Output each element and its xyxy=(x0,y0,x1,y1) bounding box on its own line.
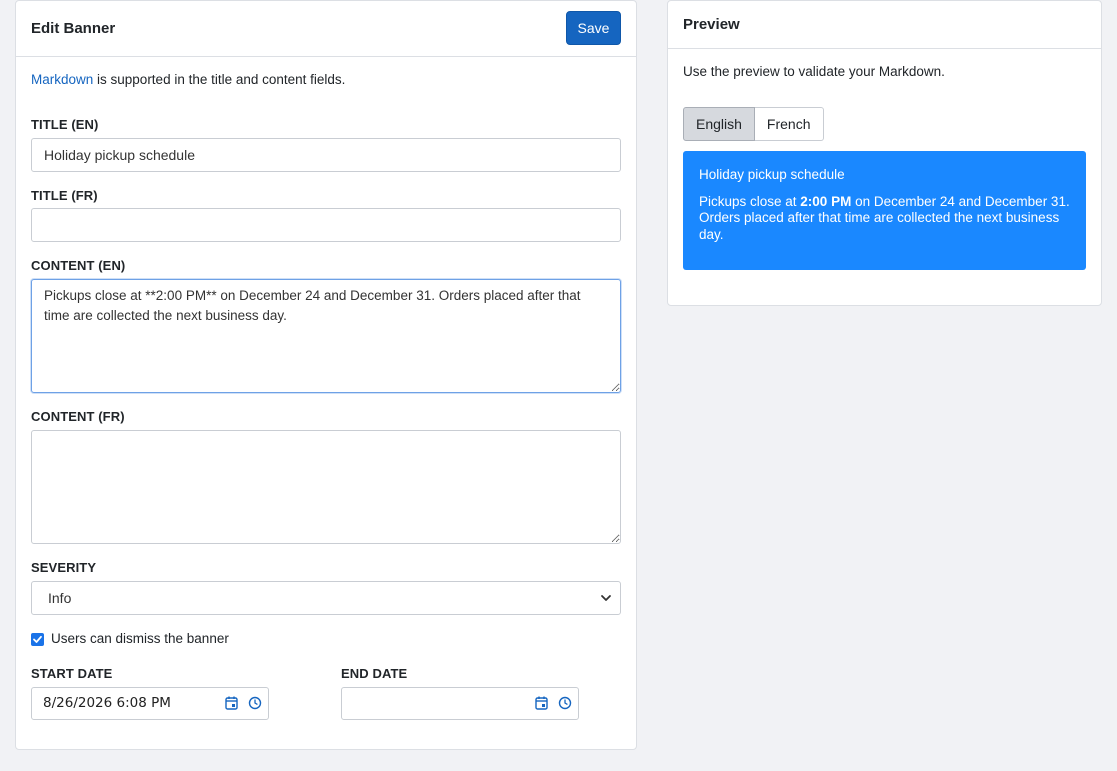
preview-card-title: Preview xyxy=(683,16,740,33)
start-date-label: START DATE xyxy=(31,666,113,681)
edit-card-title: Edit Banner xyxy=(31,20,116,37)
markdown-link[interactable]: Markdown xyxy=(31,72,93,87)
chevron-down-icon xyxy=(600,591,612,605)
start-date-input[interactable]: 8/26/2026 6:08 PM xyxy=(31,687,269,720)
content-fr-label: CONTENT (FR) xyxy=(31,409,125,424)
edit-banner-card: Edit Banner Save Markdown is supported i… xyxy=(15,0,637,750)
clock-icon[interactable] xyxy=(558,696,572,714)
content-en-label: CONTENT (EN) xyxy=(31,258,126,273)
preview-card: Preview Use the preview to validate your… xyxy=(667,0,1102,306)
markdown-help-rest: is supported in the title and content fi… xyxy=(93,72,346,87)
content-en-textarea[interactable]: Pickups close at **2:00 PM** on December… xyxy=(31,279,621,393)
checkmark-icon xyxy=(33,635,42,643)
end-date-label: END DATE xyxy=(341,666,408,681)
severity-label: SEVERITY xyxy=(31,560,97,575)
dismiss-checkbox[interactable] xyxy=(31,633,44,646)
markdown-help-text: Markdown is supported in the title and c… xyxy=(31,72,345,87)
clock-icon[interactable] xyxy=(248,696,262,714)
language-toggle-group: English French xyxy=(683,107,824,141)
save-button[interactable]: Save xyxy=(566,11,621,45)
banner-body-bold: 2:00 PM xyxy=(800,193,852,209)
calendar-icon[interactable] xyxy=(225,696,238,714)
banner-preview: Holiday pickup schedule Pickups close at… xyxy=(683,151,1086,270)
start-date-value: 8/26/2026 6:08 PM xyxy=(43,695,171,711)
title-en-input[interactable] xyxy=(31,138,621,172)
banner-preview-body: Pickups close at 2:00 PM on December 24 … xyxy=(699,194,1070,244)
title-fr-label: TITLE (FR) xyxy=(31,188,98,203)
title-en-label: TITLE (EN) xyxy=(31,117,99,132)
content-fr-textarea[interactable] xyxy=(31,430,621,544)
severity-selected-value: Info xyxy=(48,590,72,606)
title-fr-input[interactable] xyxy=(31,208,621,242)
edit-card-header: Edit Banner Save xyxy=(16,1,636,57)
banner-preview-title: Holiday pickup schedule xyxy=(699,167,845,182)
calendar-icon[interactable] xyxy=(535,696,548,714)
end-date-input[interactable] xyxy=(341,687,579,720)
french-toggle-button[interactable]: French xyxy=(754,107,824,141)
preview-help-text: Use the preview to validate your Markdow… xyxy=(683,64,945,79)
english-toggle-button[interactable]: English xyxy=(683,107,755,141)
preview-card-header: Preview xyxy=(668,1,1101,49)
severity-select[interactable]: Info xyxy=(31,581,621,615)
dismiss-checkbox-label: Users can dismiss the banner xyxy=(51,631,229,646)
banner-body-pre: Pickups close at xyxy=(699,193,801,209)
